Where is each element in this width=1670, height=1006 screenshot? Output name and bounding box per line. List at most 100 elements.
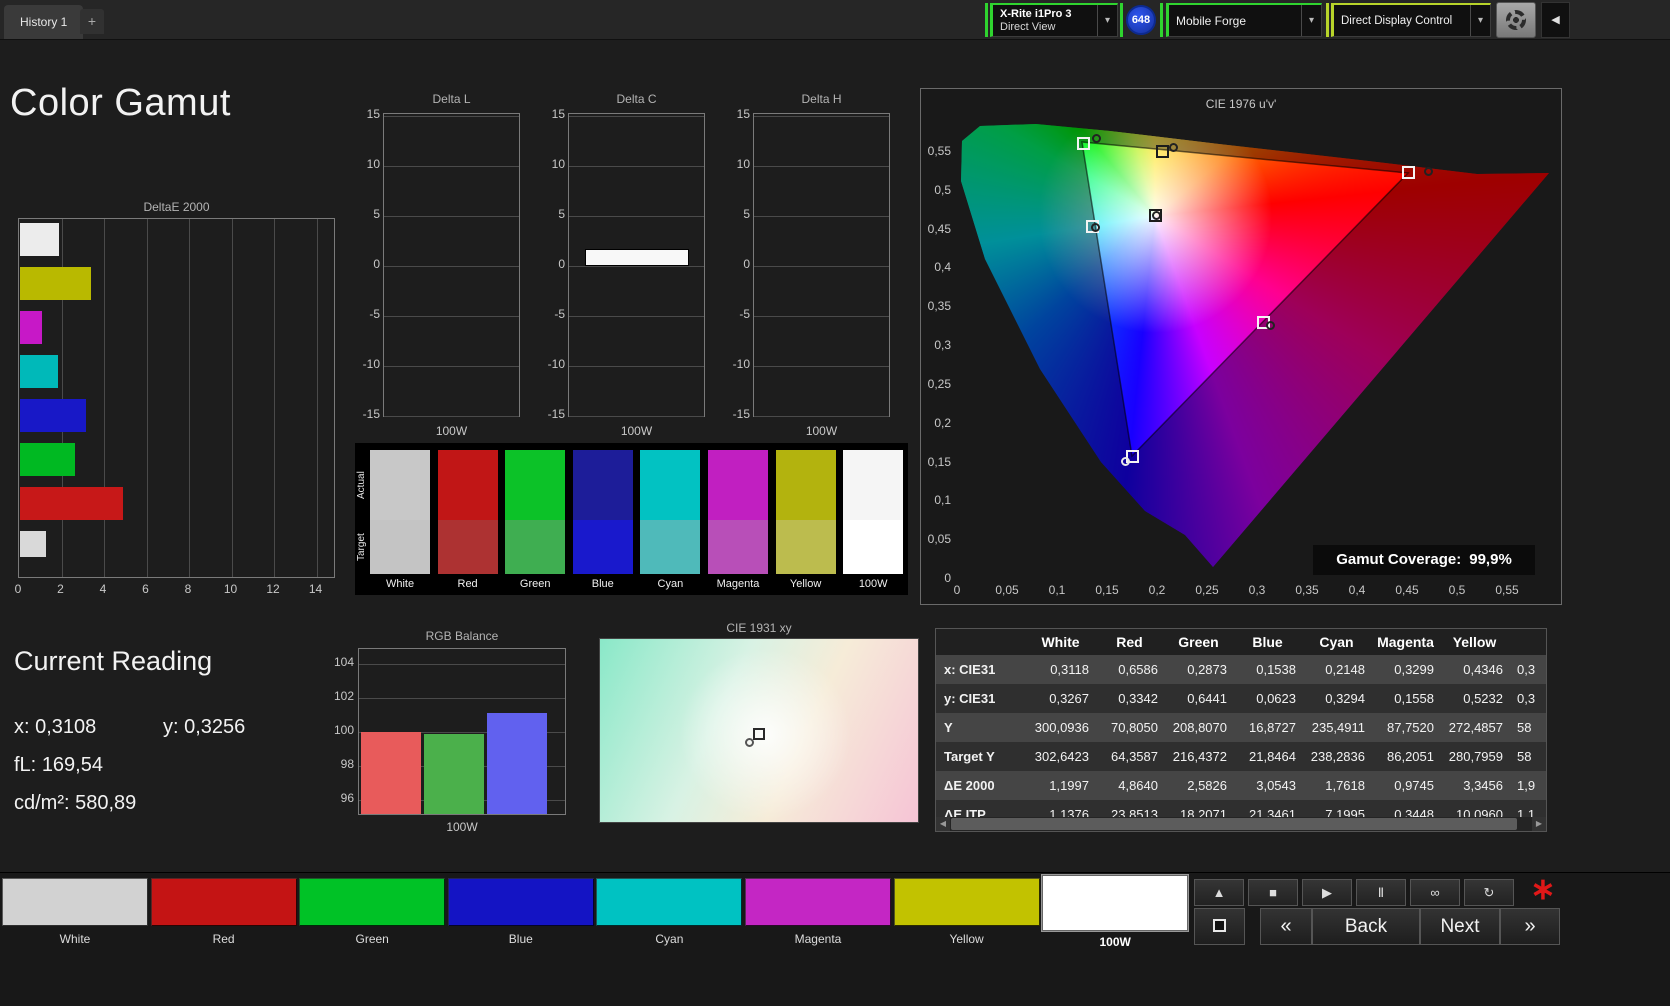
green-separator [1160,3,1163,37]
patch-label: Blue [591,578,614,590]
patch-target [708,520,768,574]
pattern-swatch-green[interactable]: Green [299,878,446,950]
next-chevrons-button[interactable]: » [1500,908,1560,945]
table-cell: 1,9 [1517,778,1536,793]
transport-stop-button[interactable]: ■ [1248,879,1298,906]
delta-ytick: -5 [739,307,750,321]
delta-ytick: 5 [558,207,565,221]
pattern-swatch-blue[interactable]: Blue [447,878,594,950]
scroll-left-button[interactable]: ◀ [936,817,950,831]
transport-scroll-up-button[interactable]: ▲ [1194,879,1244,906]
deltae-xtick: 14 [308,582,323,596]
reading-fl: fL: 169,54 [14,754,103,776]
transport-busy-indicator-button[interactable]: ∗ [1518,875,1568,906]
green-separator [985,3,988,37]
patch-column-red: Red [437,443,498,595]
delta-gridline [754,216,889,217]
delta-gridline [754,266,889,267]
patch-target [843,520,904,574]
delta-ytick: -15 [547,407,565,421]
table-cell: 4,8640 [1118,778,1158,793]
patch-actual [640,450,701,520]
next-button[interactable]: Next [1420,908,1500,945]
table-cell: 2,5826 [1187,778,1227,793]
table-row-label: ΔE 2000 [944,778,995,793]
cie-1976-panel: CIE 1976 u'v' 0,55 0,5 0,45 0,4 0,35 0,3 0,25 0… [920,88,1562,605]
delta-gridline [754,166,889,167]
table-cell: 0,3 [1517,691,1536,706]
collapse-panel-button[interactable]: ◀ [1541,2,1570,38]
chevron-down-icon[interactable]: ▾ [1301,5,1321,36]
source-dropdown[interactable]: Mobile Forge ▾ [1166,3,1322,37]
deltae-xtick: 4 [99,582,107,596]
patch-column-blue: Blue [572,443,633,595]
delta-ytick: 10 [366,157,380,171]
transport-continuous-button[interactable]: ∞ [1410,879,1460,906]
meter-label: X-Rite i1Pro 3 Direct View [993,8,1097,34]
deltae-xtick: 12 [266,582,280,596]
meter-name: X-Rite i1Pro 3 [1000,7,1072,20]
measurement-table: White Red Green Blue Cyan Magenta Yellow x: CI… [935,628,1547,832]
swatch-label: Red [212,932,235,946]
chevron-down-icon[interactable]: ▾ [1470,5,1490,36]
pattern-swatch-magenta[interactable]: Magenta [745,878,891,950]
deltae-bar-white [20,223,59,256]
delta-gridline [569,116,704,117]
transport-repeat-button[interactable]: ↻ [1464,879,1514,906]
scroll-right-button[interactable]: ▶ [1532,817,1546,831]
table-col-header-partial [1509,629,1546,655]
meter-mode: Direct View [1000,20,1056,33]
patch-actual [370,450,430,520]
table-col-header: White [1041,634,1080,650]
scrollbar-thumb[interactable] [951,818,1517,830]
pattern-swatch-red[interactable]: Red [150,878,297,950]
swatch-label: White [59,932,91,946]
deltae-xtick: 0 [14,582,22,596]
delta-gridline [384,416,519,417]
rgb-bar-red [361,732,421,814]
pattern-swatch-white[interactable]: White [2,878,148,950]
swatch-color [596,878,743,926]
pattern-swatch-cyan[interactable]: Cyan [596,878,743,950]
table-cell: 3,0543 [1256,778,1296,793]
add-tab-button[interactable]: + [80,9,104,34]
chevron-down-icon[interactable]: ▾ [1097,5,1117,36]
table-cell: 235,4911 [1311,720,1365,735]
pattern-window-button[interactable] [1194,908,1245,945]
table-cell: 0,6441 [1187,691,1227,706]
delta-ytick: 0 [558,257,565,271]
back-button[interactable]: Back [1312,908,1420,945]
current-reading-title: Current Reading [14,646,213,676]
table-cell: 0,4346 [1463,662,1503,677]
prev-chevrons-button[interactable]: « [1260,908,1312,945]
transport-controls: ▲ ■ ▶ Ⅱ ∞ ↻ ∗ [1194,875,1614,906]
delta-gridline [754,366,889,367]
cie-1931-chart [599,638,919,823]
swatch-color [745,878,891,926]
transport-pause-button[interactable]: Ⅱ [1356,879,1406,906]
table-row: x: CIE31 0,3118 0,6586 0,2873 0,1538 0,2148 0,… [936,655,1546,684]
pattern-swatch-yellow[interactable]: Yellow [893,878,1040,950]
delta-ytick: 10 [551,157,565,171]
settings-button[interactable] [1496,2,1536,38]
rgb-x-label: 100W [446,820,478,834]
deltae-chart [18,218,335,578]
deltae-gridline [274,219,275,577]
marker-red-dot [1423,166,1433,176]
swatch-label: Magenta [794,932,842,946]
table-cell: 280,7959 [1448,749,1503,764]
marker-red [1401,166,1415,180]
meter-dropdown[interactable]: X-Rite i1Pro 3 Direct View ▾ [990,3,1118,37]
table-scrollbar[interactable]: ◀ ▶ [936,817,1546,831]
delta-xlabel: 100W [435,424,468,438]
pattern-swatch-100w[interactable]: 100W [1042,875,1189,950]
table-col-header: Blue [1252,634,1283,650]
display-control-dropdown[interactable]: Direct Display Control ▾ [1331,3,1491,37]
page-title: Color Gamut [10,82,231,124]
delta-gridline [569,416,704,417]
table-cell: 0,3294 [1325,691,1365,706]
delta-gridline [384,366,519,367]
swatch-label: Green [355,932,389,946]
transport-play-button[interactable]: ▶ [1302,879,1352,906]
tab-history-1[interactable]: History 1 [4,5,84,39]
